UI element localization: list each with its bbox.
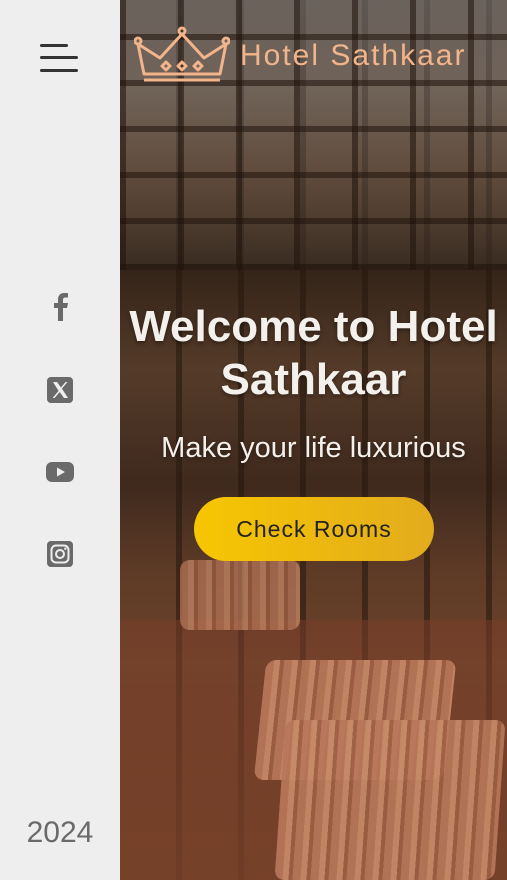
menu-line xyxy=(40,56,78,59)
hero-tagline: Make your life luxurious xyxy=(161,432,466,464)
instagram-icon[interactable] xyxy=(46,540,74,568)
brand-name: Hotel Sathkaar xyxy=(240,39,467,72)
copyright-year: 2024 xyxy=(26,816,94,849)
hero-background-chair xyxy=(180,560,300,630)
crown-icon xyxy=(134,26,230,82)
sidebar: 2024 xyxy=(0,0,120,880)
facebook-icon[interactable] xyxy=(46,292,74,321)
hero-headline: Welcome to Hotel Sathkaar xyxy=(129,302,498,404)
x-twitter-icon[interactable] xyxy=(46,376,74,404)
brand-logo[interactable]: Hotel Sathkaar xyxy=(134,26,466,86)
menu-line xyxy=(40,44,68,47)
hero-background-chair xyxy=(274,720,506,880)
check-rooms-button[interactable]: Check Rooms xyxy=(194,497,434,561)
menu-line xyxy=(40,69,78,72)
hero-section: Hotel Sathkaar Welcome to Hotel Sathkaar… xyxy=(120,0,507,880)
hamburger-menu-icon[interactable] xyxy=(40,44,80,74)
youtube-icon[interactable] xyxy=(46,458,74,486)
